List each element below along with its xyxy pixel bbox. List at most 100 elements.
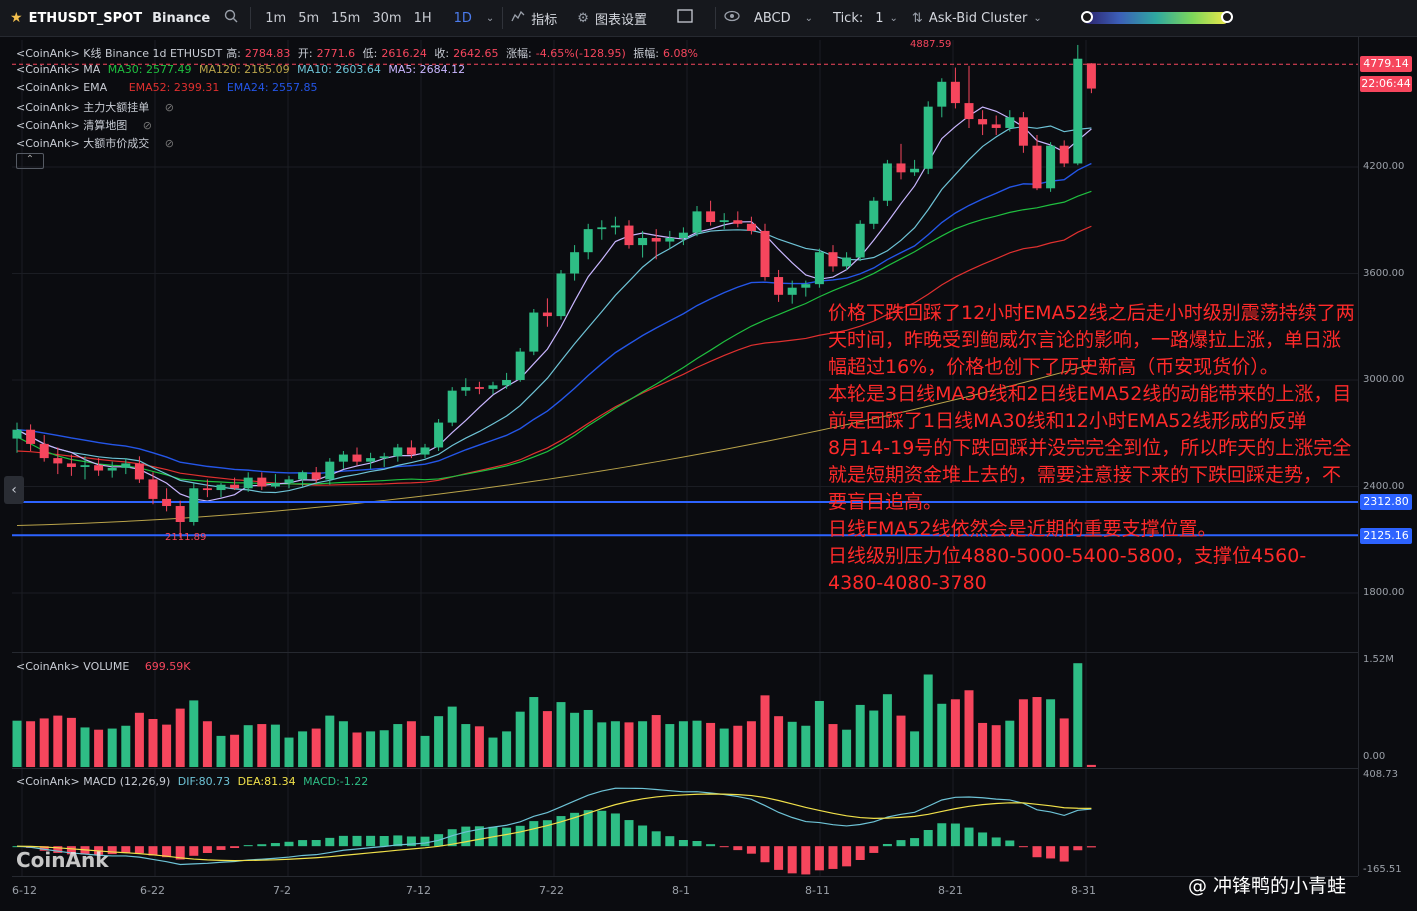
candle-body (869, 200, 879, 224)
volume-prefix: <CoinAnk> VOLUME (16, 660, 130, 673)
scroll-left-button[interactable]: ‹ (4, 476, 24, 504)
macd-histogram-bar (828, 846, 838, 869)
volume-bar (678, 721, 688, 767)
candle-body (597, 227, 607, 230)
hidden-eye-icon[interactable]: ⊘ (165, 101, 174, 114)
time-tick: 8-11 (805, 884, 830, 897)
macd-histogram-bar (746, 846, 756, 854)
candle-body (257, 477, 267, 487)
timeframe-5m[interactable]: 5m (292, 11, 325, 26)
macd-histogram-bar (311, 840, 321, 847)
price-tick-3600: 3600.00 (1363, 268, 1405, 279)
liq-map-legend[interactable]: <CoinAnk> 清算地图 ⊘ (16, 117, 156, 133)
hline-2312-tag[interactable]: 2312.80 (1360, 494, 1412, 510)
macd-legend[interactable]: <CoinAnk> MACD (12,26,9) DIF:80.73 DEA:8… (16, 775, 372, 788)
big-trades-legend[interactable]: <CoinAnk> 大额市价成交 ⊘ (16, 135, 178, 151)
gear-icon[interactable]: ⚙ (577, 11, 589, 26)
analysis-annotation[interactable]: 价格下跌回踩了12小时EMA52线之后走小时级别震荡持续了两天时间，昨晚受到鲍威… (828, 300, 1356, 597)
timeframe-1m[interactable]: 1m (259, 11, 292, 26)
slider-knob-right[interactable] (1221, 11, 1233, 23)
volume-bar (393, 724, 403, 767)
macd-histogram-bar (134, 846, 144, 854)
candle-body (828, 252, 838, 267)
eye-icon[interactable] (724, 10, 740, 26)
volume-bar (855, 704, 865, 767)
candle-body (148, 479, 158, 499)
search-icon[interactable] (224, 9, 238, 27)
volume-bar (202, 721, 212, 767)
macd-histogram-bar (814, 846, 824, 871)
indicators-button[interactable]: 指标 (525, 0, 563, 36)
candle-body (964, 103, 974, 120)
volume-legend[interactable]: <CoinAnk> VOLUME 699.59K (16, 660, 195, 673)
macd-histogram-bar (515, 825, 525, 847)
price-tick-1800: 1800.00 (1363, 587, 1405, 598)
low-label: 低: (362, 47, 378, 60)
chevron-down-icon[interactable]: ⌄ (1033, 13, 1041, 24)
hidden-eye-icon[interactable]: ⊘ (165, 137, 174, 150)
layout-square-icon[interactable] (677, 9, 693, 27)
volume-bar (66, 717, 76, 767)
color-gradient-slider[interactable] (1081, 11, 1233, 24)
current-price-tag: 4779.14 (1360, 56, 1412, 72)
timeframe-15m[interactable]: 15m (325, 11, 366, 26)
candle-body (420, 447, 430, 455)
candle-body (162, 498, 172, 507)
volume-bar (80, 727, 90, 767)
macd-histogram-bar (855, 846, 865, 861)
high-value: 2784.83 (244, 47, 291, 60)
candle-body (814, 252, 824, 285)
macd-histogram-bar (243, 845, 253, 847)
macd-histogram-bar (366, 835, 376, 847)
macd-histogram-bar (610, 813, 620, 847)
volume-bar (964, 690, 974, 767)
volume-bar (991, 725, 1001, 767)
chevron-down-icon[interactable]: ⌄ (805, 13, 813, 24)
volume-bar (53, 715, 63, 767)
ma-prefix: <CoinAnk> MA (16, 63, 101, 76)
macd-histogram-bar (1059, 846, 1069, 862)
volume-bar (923, 674, 933, 767)
hline-2125-tag[interactable]: 2125.16 (1360, 528, 1412, 544)
candle-body (706, 211, 716, 223)
slider-knob-left[interactable] (1081, 11, 1093, 23)
time-tick: 8-1 (672, 884, 690, 897)
macd-axis-bottom: -165.51 (1363, 864, 1402, 875)
timeframe-1d[interactable]: 1D (448, 11, 478, 26)
volume-bar (638, 721, 648, 767)
chevron-down-icon[interactable]: ⌄ (486, 13, 494, 24)
macd-histogram-bar (910, 838, 920, 847)
ask-bid-cluster-button[interactable]: Ask-Bid Cluster (923, 0, 1033, 36)
tick-label: Tick: (833, 10, 864, 26)
time-tick: 7-2 (273, 884, 291, 897)
big-orders-label: <CoinAnk> 主力大额挂单 (16, 101, 150, 114)
indicators-icon[interactable] (511, 9, 525, 27)
ema-legend[interactable]: <CoinAnk> EMA EMA52: 2399.31 EMA24: 2557… (16, 81, 322, 94)
candle-body (638, 238, 648, 246)
abcd-button[interactable]: ABCD (748, 0, 797, 36)
macd-histogram-bar (325, 837, 335, 847)
big-orders-legend[interactable]: <CoinAnk> 主力大额挂单 ⊘ (16, 99, 178, 115)
macd-histogram-bar (420, 836, 430, 847)
candle-body (882, 163, 892, 201)
tick-value[interactable]: 1 (869, 0, 889, 36)
candle-body (978, 119, 988, 125)
big-trades-label: <CoinAnk> 大额市价成交 (16, 137, 150, 150)
chart-settings-button[interactable]: 图表设置 (589, 0, 653, 36)
candle-body (515, 351, 525, 380)
hidden-eye-icon[interactable]: ⊘ (143, 119, 152, 132)
symbol-name[interactable]: ETHUSDT_SPOT (29, 11, 143, 26)
timeframe-1h[interactable]: 1H (408, 11, 438, 26)
volume-axis-bottom: 0.00 (1363, 751, 1386, 762)
chevron-down-icon[interactable]: ⌄ (890, 13, 898, 24)
candle-body (488, 385, 498, 389)
ma-legend[interactable]: <CoinAnk> MA MA30: 2577.49 MA120: 2165.0… (16, 63, 469, 76)
collapse-legend-button[interactable]: ⌃ (16, 153, 44, 169)
timeframe-30m[interactable]: 30m (366, 11, 407, 26)
candle-body (896, 163, 906, 173)
macd-histogram-bar (692, 840, 702, 847)
favorite-star-icon[interactable]: ★ (10, 10, 23, 26)
candle-body (760, 230, 770, 278)
macd-histogram-bar (978, 832, 988, 847)
exchange-name[interactable]: Binance (152, 11, 210, 26)
